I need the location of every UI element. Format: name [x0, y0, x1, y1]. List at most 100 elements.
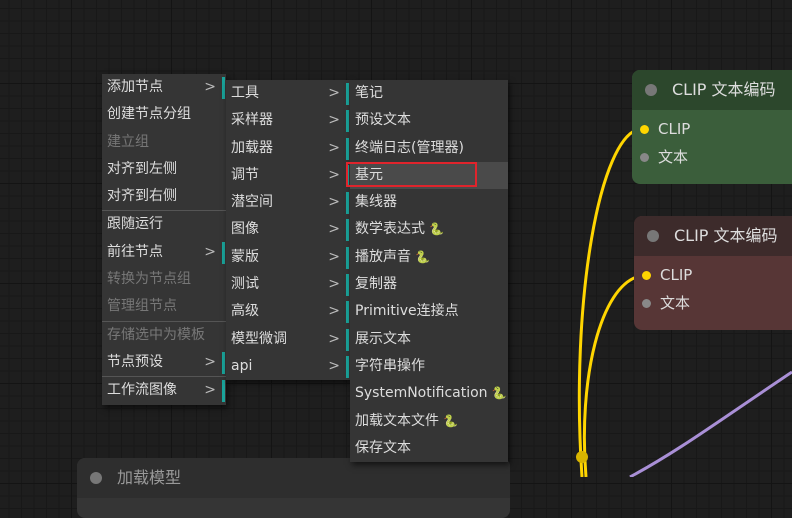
submenu-indicator	[222, 77, 225, 99]
menu-item[interactable]: 工具 >	[226, 80, 350, 107]
menu-item-label: 保存文本	[355, 439, 411, 456]
chevron-right-icon: >	[204, 243, 216, 260]
submenu-indicator	[346, 83, 349, 105]
menu-item[interactable]: 跟随运行	[102, 211, 226, 238]
menu-item-label: 模型微调	[231, 330, 287, 347]
menu-item[interactable]: 测试 >	[226, 271, 350, 298]
menu-item-label: 对齐到右侧	[107, 188, 177, 205]
submenu-indicator	[222, 351, 225, 374]
submenu-indicator	[222, 241, 225, 264]
menu-item[interactable]: 采样器 >	[226, 107, 350, 134]
input-clip[interactable]: CLIP	[634, 261, 792, 289]
menu-item[interactable]: 高级 >	[226, 298, 350, 325]
menu-item-label: 转换为节点组	[107, 271, 191, 288]
chevron-right-icon: >	[328, 221, 340, 238]
menu-item-label: 管理组节点	[107, 298, 177, 315]
menu-item-label: 创建节点分组	[107, 106, 191, 123]
menu-item-label: 调节	[231, 166, 259, 183]
menu-item-label: 添加节点	[107, 79, 163, 95]
menu-item[interactable]: 节点预设 >	[102, 349, 226, 376]
node-status-dot	[645, 84, 657, 96]
menu-item[interactable]: 加载文本文件 🐍	[350, 408, 508, 435]
menu-item-label: 跟随运行	[107, 216, 163, 233]
menu-item[interactable]: api >	[226, 353, 350, 380]
menu-item-label: 笔记	[355, 85, 383, 101]
menu-item-label: SystemNotification	[355, 385, 488, 402]
menu-item[interactable]: 预设文本	[350, 107, 508, 134]
menu-item[interactable]: 转换为节点组	[102, 266, 226, 293]
menu-item-label: 蒙版	[231, 248, 259, 265]
menu-item-label: Primitive连接点	[355, 303, 459, 320]
snake-icon: 🐍	[491, 386, 507, 401]
chevron-right-icon: >	[328, 303, 340, 320]
menu-item[interactable]: 前往节点 >	[102, 239, 226, 266]
snake-icon: 🐍	[443, 413, 458, 428]
menu-item-label: 加载器	[231, 139, 273, 156]
menu-item-label: 工具	[231, 85, 259, 101]
menu-item[interactable]: 笔记	[350, 80, 508, 107]
menu-item[interactable]: 对齐到右侧	[102, 183, 226, 210]
menu-item[interactable]: 创建节点分组	[102, 101, 226, 128]
menu-item[interactable]: SystemNotification 🐍	[350, 380, 508, 407]
chevron-right-icon: >	[328, 85, 340, 101]
menu-item-label: 播放声音	[355, 248, 411, 265]
reroute-dot	[576, 451, 588, 463]
menu-item-label: 图像	[231, 221, 259, 238]
menu-item[interactable]: 终端日志(管理器)	[350, 135, 508, 162]
menu-item[interactable]: 保存文本	[350, 435, 508, 462]
menu-item[interactable]: 展示文本	[350, 326, 508, 353]
submenu-indicator	[346, 192, 349, 215]
menu-item[interactable]: 模型微调 >	[226, 326, 350, 353]
submenu-indicator	[346, 219, 349, 242]
chevron-right-icon: >	[204, 79, 216, 95]
slot-label: 文本	[660, 294, 691, 312]
chevron-right-icon: >	[328, 330, 340, 347]
menu-item[interactable]: 集线器	[350, 189, 508, 216]
node-clip-negative[interactable]: CLIP 文本编码 CLIP 文本	[634, 216, 792, 330]
submenu-indicator	[346, 328, 349, 351]
menu-item[interactable]: 加载器 >	[226, 135, 350, 162]
chevron-right-icon: >	[328, 112, 340, 129]
menu-item[interactable]: 潜空间 >	[226, 189, 350, 216]
menu-item[interactable]: 图像 >	[226, 216, 350, 243]
menu-item[interactable]: 复制器	[350, 271, 508, 298]
context-menu: 添加节点 > 创建节点分组建立组 对齐到左侧对齐到右侧跟随运行前往节点 > 转换为节点组管…	[102, 74, 226, 405]
node-status-dot	[90, 472, 102, 484]
menu-item[interactable]: 工作流图像 >	[102, 377, 226, 404]
menu-item-label: 工作流图像	[107, 382, 177, 399]
menu-item[interactable]: Primitive连接点	[350, 298, 508, 325]
menu-item-label: 前往节点	[107, 243, 163, 260]
menu-item[interactable]: 存储选中为模板	[102, 322, 226, 349]
input-text[interactable]: 文本	[634, 289, 792, 317]
menu-item[interactable]: 字符串操作	[350, 353, 508, 380]
menu-item-label: 终端日志(管理器)	[355, 139, 464, 156]
menu-item[interactable]: 蒙版 >	[226, 244, 350, 271]
menu-item-label: 预设文本	[355, 112, 411, 129]
snake-icon: 🐍	[415, 249, 430, 264]
menu-item[interactable]: 数学表达式 🐍	[350, 216, 508, 243]
chevron-right-icon: >	[328, 166, 340, 183]
input-dot	[642, 299, 651, 308]
node-title: CLIP 文本编码	[674, 226, 778, 245]
slot-label: CLIP	[660, 266, 693, 284]
menu-item[interactable]: 管理组节点	[102, 293, 226, 320]
node-loader[interactable]: 加载模型	[77, 458, 510, 518]
node-title: CLIP 文本编码	[672, 80, 776, 99]
menu-item[interactable]: 对齐到左侧	[102, 156, 226, 183]
chevron-right-icon: >	[328, 139, 340, 156]
chevron-right-icon: >	[204, 353, 216, 370]
input-dot	[640, 153, 649, 162]
chevron-right-icon: >	[328, 276, 340, 293]
input-clip[interactable]: CLIP	[632, 115, 792, 143]
menu-item[interactable]: 添加节点 >	[102, 74, 226, 101]
tools-submenu: 笔记 预设文本 终端日志(管理器) 基元 集线器 数学表达式 🐍 播放声音 🐍 复制器 Primit…	[350, 80, 508, 463]
menu-item-label: 采样器	[231, 112, 273, 129]
menu-item[interactable]: 播放声音 🐍	[350, 244, 508, 271]
menu-item-label: 节点预设	[107, 353, 163, 370]
input-text[interactable]: 文本	[632, 143, 792, 171]
slot-label: CLIP	[658, 120, 691, 138]
menu-item[interactable]: 调节 >	[226, 162, 350, 189]
menu-item[interactable]: 建立组	[102, 129, 226, 156]
node-clip-positive[interactable]: CLIP 文本编码 CLIP 文本	[632, 70, 792, 184]
menu-item-label: 复制器	[355, 276, 397, 293]
